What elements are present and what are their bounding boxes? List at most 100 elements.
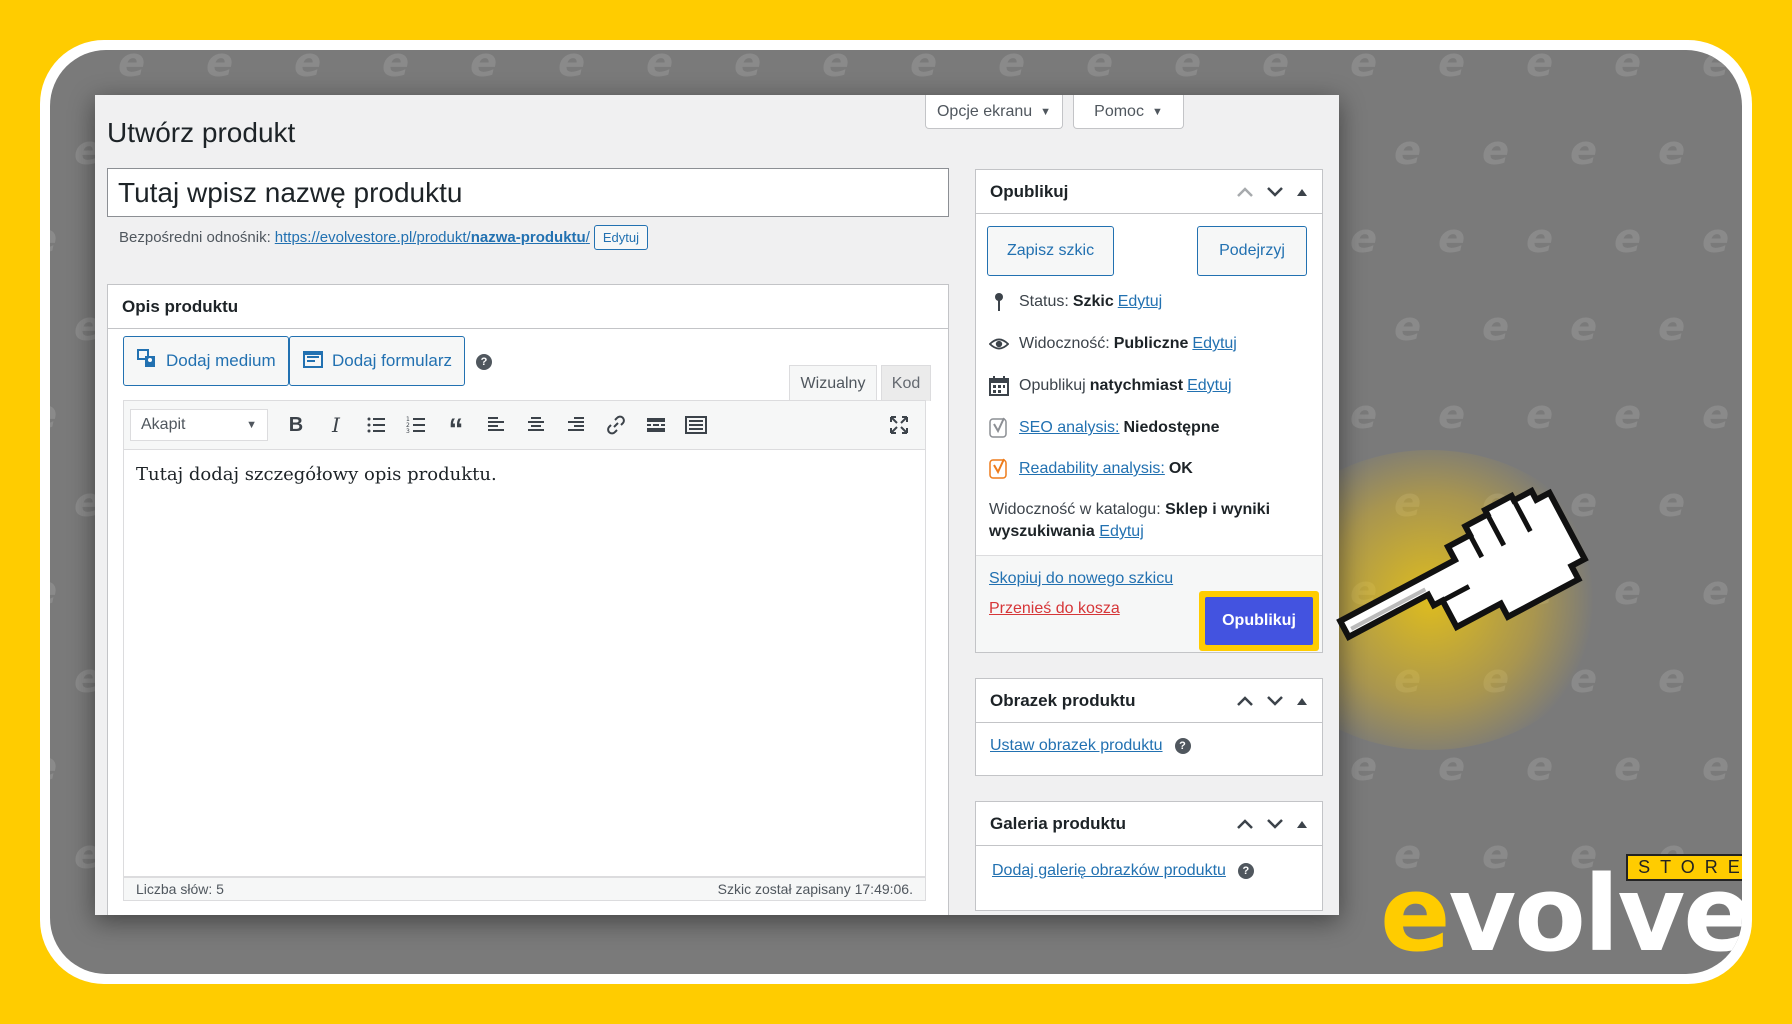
help-icon[interactable]: ? (1237, 863, 1254, 879)
pattern-glyph: e (646, 50, 674, 86)
editor-toolbar: Akapit ▼ B I 123 “ (123, 400, 926, 450)
wp-admin-screenshot: Opcje ekranu ▼ Pomoc ▼ Utwórz produkt Tu… (95, 95, 1339, 915)
permalink-row: Bezpośredni odnośnik: https://evolvestor… (119, 225, 649, 250)
tab-visual[interactable]: Wizualny (789, 365, 877, 401)
product-gallery-box-header: Galeria produktu (976, 802, 1322, 846)
readability-analysis-row: Readability analysis: OK (989, 458, 1193, 479)
publish-date-edit-link[interactable]: Edytuj (1187, 377, 1231, 395)
catalog-visibility-row: Widoczność w katalogu: Sklep i wyniki wy… (989, 501, 1271, 540)
pattern-glyph: e (1658, 480, 1686, 526)
align-right-button[interactable] (556, 405, 596, 445)
pattern-glyph: e (910, 50, 938, 86)
evolve-store-logo: evolve STORE (1380, 854, 1742, 972)
copy-to-draft-link[interactable]: Skopiuj do nowego szkicu (989, 570, 1173, 588)
pattern-glyph: e (1526, 216, 1554, 262)
publish-button[interactable]: Opublikuj (1205, 597, 1313, 645)
form-icon (302, 348, 324, 375)
chevron-down-icon[interactable] (1266, 818, 1284, 830)
tab-code[interactable]: Kod (881, 365, 931, 401)
pattern-glyph: e (1702, 744, 1730, 790)
chevron-down-icon[interactable] (1266, 186, 1284, 198)
media-icon (136, 348, 158, 375)
italic-button[interactable]: I (316, 405, 356, 445)
help-tab-button[interactable]: Pomoc ▼ (1073, 95, 1184, 129)
align-center-button[interactable] (516, 405, 556, 445)
set-product-image-link[interactable]: Ustaw obrazek produktu (990, 737, 1163, 755)
pattern-glyph: e (1570, 128, 1598, 174)
catalog-visibility-edit-link[interactable]: Edytuj (1099, 523, 1143, 540)
pattern-glyph: e (1350, 216, 1378, 262)
eye-icon (989, 334, 1009, 354)
product-image-box: Obrazek produktu Ustaw obrazek produktu … (975, 678, 1323, 776)
chevron-down-icon[interactable] (1266, 695, 1284, 707)
word-count: Liczba słów: 5 (136, 881, 224, 897)
editor-content-area[interactable]: Tutaj dodaj szczegółowy opis produktu. (123, 450, 926, 877)
product-title-input[interactable]: Tutaj wpisz nazwę produktu (107, 168, 949, 217)
bullet-list-button[interactable] (356, 405, 396, 445)
pattern-glyph: e (1614, 392, 1642, 438)
pattern-glyph: e (822, 50, 850, 86)
collapse-triangle-icon[interactable] (1296, 819, 1308, 829)
italic-icon: I (332, 413, 340, 437)
align-left-button[interactable] (476, 405, 516, 445)
pattern-glyph: e (734, 50, 762, 86)
pattern-glyph: e (1614, 216, 1642, 262)
product-image-box-title: Obrazek produktu (990, 690, 1136, 710)
svg-text:3: 3 (406, 428, 410, 435)
autosave-status: Szkic został zapisany 17:49:06. (717, 881, 913, 897)
caret-down-icon: ▼ (1151, 105, 1163, 118)
keyboard-icon (685, 416, 707, 434)
pattern-glyph: e (50, 568, 57, 614)
collapse-triangle-icon[interactable] (1296, 696, 1308, 706)
add-media-button[interactable]: Dodaj medium (123, 336, 289, 386)
calendar-icon (989, 376, 1009, 396)
pattern-glyph: e (558, 50, 586, 86)
status-edit-link[interactable]: Edytuj (1118, 293, 1162, 311)
description-box-header: Opis produktu (108, 285, 948, 329)
chevron-up-icon[interactable] (1236, 818, 1254, 830)
screen-options-button[interactable]: Opcje ekranu ▼ (925, 95, 1063, 129)
status-row: Status: Szkic Edytuj (989, 292, 1162, 312)
add-gallery-link[interactable]: Dodaj galerię obrazków produktu (992, 862, 1226, 880)
blockquote-button[interactable]: “ (436, 405, 476, 445)
publish-date-row: Opublikuj natychmiast Edytuj (989, 376, 1232, 396)
pattern-glyph: e (1438, 392, 1466, 438)
pattern-glyph: e (1526, 50, 1554, 86)
pattern-glyph: e (1482, 304, 1510, 350)
pattern-glyph: e (1614, 50, 1642, 86)
help-icon[interactable]: ? (1174, 738, 1191, 754)
fullscreen-button[interactable] (879, 405, 919, 445)
bullet-list-icon (367, 417, 385, 433)
read-more-button[interactable] (636, 405, 676, 445)
insert-link-button[interactable] (596, 405, 636, 445)
publish-button-highlight: Opublikuj (1199, 591, 1319, 651)
move-to-trash-link[interactable]: Przenieś do kosza (989, 600, 1120, 618)
chevron-up-icon[interactable] (1236, 186, 1254, 198)
save-draft-button[interactable]: Zapisz szkic (987, 226, 1114, 276)
pattern-glyph: e (998, 50, 1026, 86)
permalink-edit-button[interactable]: Edytuj (593, 225, 649, 250)
readability-analysis-link[interactable]: Readability analysis: (1019, 460, 1165, 478)
product-image-box-header: Obrazek produktu (976, 679, 1322, 723)
toolbar-toggle-button[interactable] (676, 405, 716, 445)
format-select[interactable]: Akapit ▼ (130, 409, 268, 441)
product-gallery-box-title: Galeria produktu (990, 813, 1127, 833)
pattern-glyph: e (1086, 50, 1114, 86)
pattern-glyph: e (1438, 744, 1466, 790)
preview-button[interactable]: Podejrzyj (1197, 226, 1307, 276)
permalink-link[interactable]: https://evolvestore.pl/produkt/nazwa-pro… (275, 229, 590, 246)
visibility-edit-link[interactable]: Edytuj (1192, 335, 1236, 353)
add-form-button[interactable]: Dodaj formularz (289, 336, 465, 386)
bold-button[interactable]: B (276, 405, 316, 445)
pointing-hand-cursor-icon (1336, 486, 1589, 641)
seo-analysis-link[interactable]: SEO analysis: (1019, 419, 1119, 437)
brand-store-badge: STORE (1626, 854, 1742, 881)
numbered-list-button[interactable]: 123 (396, 405, 436, 445)
pattern-glyph: e (1174, 50, 1202, 86)
chevron-up-icon[interactable] (1236, 695, 1254, 707)
collapse-triangle-icon[interactable] (1296, 187, 1308, 197)
pattern-glyph: e (1526, 744, 1554, 790)
pattern-glyph: e (1262, 50, 1290, 86)
help-icon[interactable]: ? (476, 354, 492, 370)
bold-icon: B (288, 413, 304, 436)
